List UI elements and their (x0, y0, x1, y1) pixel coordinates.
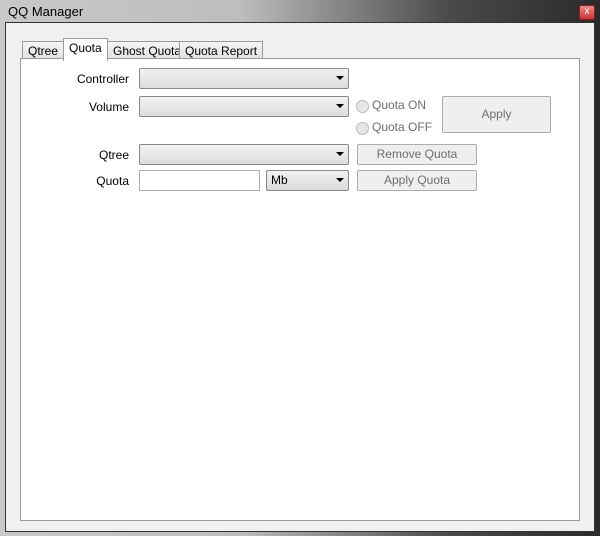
apply-quota-button[interactable]: Apply Quota (357, 170, 477, 191)
quota-label: Quota (96, 174, 129, 188)
controller-combo[interactable] (139, 68, 349, 89)
chevron-down-icon (336, 76, 344, 80)
chevron-down-icon (336, 152, 344, 156)
volume-label: Volume (88, 100, 129, 114)
quota-off-radio[interactable] (356, 122, 369, 135)
chevron-down-icon (336, 178, 344, 182)
quota-panel: Controller Volume Quota ON Quota OFF App… (20, 58, 580, 521)
quota-off-label: Quota OFF (372, 120, 433, 134)
tab-quota[interactable]: Quota (63, 38, 108, 61)
client-area: Qtree Quota Ghost Quota Quota Report Con… (5, 22, 595, 532)
quota-on-radio[interactable] (356, 100, 369, 113)
chevron-down-icon (336, 104, 344, 108)
window-title: QQ Manager (8, 4, 84, 19)
close-button[interactable]: x (579, 5, 595, 20)
quota-on-label: Quota ON (372, 98, 427, 112)
window: QQ Manager x Qtree Quota Ghost Quota Quo… (0, 0, 600, 536)
qtree-combo[interactable] (139, 144, 349, 165)
qtree-label: Qtree (98, 148, 129, 162)
volume-combo[interactable] (139, 96, 349, 117)
controller-label: Controller (76, 72, 129, 86)
remove-quota-button[interactable]: Remove Quota (357, 144, 477, 165)
apply-button[interactable]: Apply (442, 96, 551, 133)
unit-combo[interactable]: Mb (266, 170, 349, 191)
quota-input[interactable] (139, 170, 260, 191)
